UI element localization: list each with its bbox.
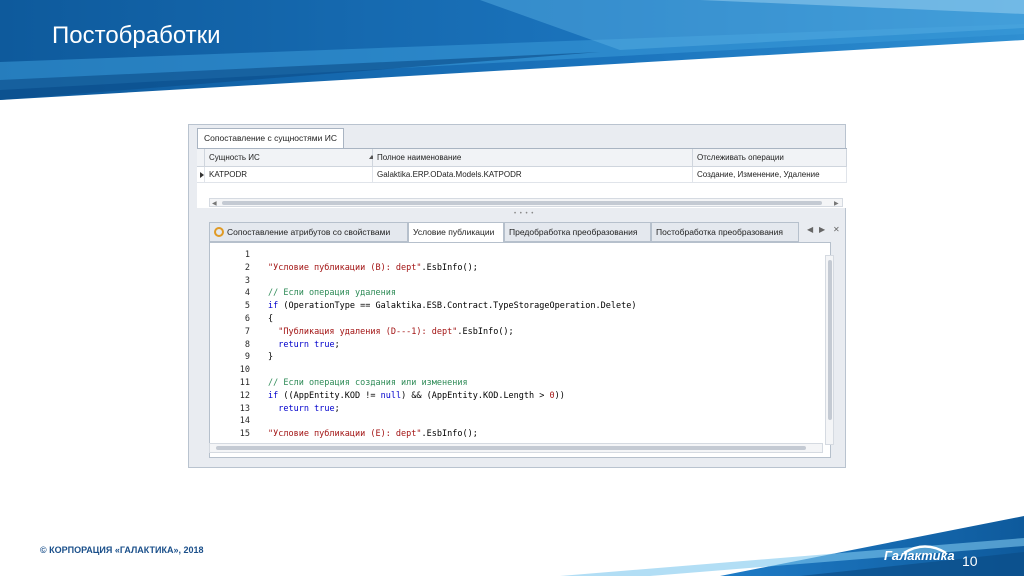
line-number: 11 bbox=[239, 377, 250, 388]
code-text: return true; bbox=[278, 339, 340, 350]
table-cell-fullname[interactable]: Galaktika.ERP.OData.Models.KATPODR bbox=[373, 167, 693, 183]
code-line[interactable]: 1 bbox=[210, 249, 810, 262]
table-cell-entity[interactable]: KATPODR bbox=[205, 167, 373, 183]
column-header-fullname[interactable]: Полное наименование bbox=[373, 149, 693, 167]
line-number: 1 bbox=[244, 250, 250, 260]
grid-row-header bbox=[197, 149, 205, 167]
gear-icon bbox=[214, 227, 224, 237]
column-header-label: Сущность ИС bbox=[209, 153, 260, 162]
tab-label: Сопоставление атрибутов со свойствами bbox=[227, 227, 391, 237]
code-line[interactable]: 2 "Условие публикации (B): dept".EsbInfo(… bbox=[210, 262, 810, 275]
editor-horizontal-scrollbar[interactable] bbox=[209, 443, 823, 453]
line-number: 5 bbox=[244, 301, 250, 312]
line-number: 10 bbox=[239, 365, 250, 376]
code-lines: 1 2 "Условие публикации (B): dept".EsbInfo… bbox=[210, 249, 810, 441]
line-number: 8 bbox=[244, 339, 250, 350]
scroll-left-icon[interactable]: ◀ bbox=[212, 200, 217, 207]
code-text: // Если операция удаления bbox=[268, 288, 396, 299]
code-text: if ((AppEntity.KOD != null) && (AppEntit… bbox=[268, 390, 565, 401]
code-text: "Условие публикации (B): dept".EsbInfo()… bbox=[268, 262, 478, 273]
tab-scroll-right-icon[interactable]: ▶ bbox=[819, 225, 825, 234]
code-text: "Публикация удаления (D---1): dept".EsbI… bbox=[278, 326, 514, 337]
line-number: 7 bbox=[244, 326, 250, 337]
line-number: 2 bbox=[244, 262, 250, 273]
current-row-arrow-icon bbox=[200, 172, 204, 178]
line-number: 15 bbox=[239, 429, 250, 440]
code-line[interactable]: 4 // Если операция удаления bbox=[210, 287, 810, 300]
code-line[interactable]: 12 if ((AppEntity.KOD != null) && (AppEnt… bbox=[210, 390, 810, 403]
splitter-grip[interactable]: • • • • bbox=[514, 211, 534, 217]
code-text: { bbox=[268, 313, 274, 324]
code-line[interactable]: 9} bbox=[210, 351, 810, 364]
code-line[interactable]: 15 "Условие публикации (E): dept".EsbInfo… bbox=[210, 428, 810, 441]
code-line[interactable]: 6{ bbox=[210, 313, 810, 326]
line-number: 6 bbox=[244, 313, 250, 324]
code-line[interactable]: 5 if (OperationType == Galaktika.ESB.Cont… bbox=[210, 300, 810, 313]
tab-entity-mapping[interactable]: Сопоставление с сущностями ИС bbox=[197, 128, 344, 148]
code-line[interactable]: 3 bbox=[210, 275, 810, 288]
tab-close-icon[interactable]: ✕ bbox=[833, 225, 840, 234]
editor-vertical-scrollbar[interactable] bbox=[825, 255, 834, 445]
tab-publication-condition[interactable]: Условие публикации bbox=[408, 222, 504, 243]
detail-tab-strip: Сопоставление атрибутов со свойствами Ус… bbox=[209, 222, 845, 243]
header-background bbox=[0, 0, 1024, 100]
copyright-text: © КОРПОРАЦИЯ «ГАЛАКТИКА», 2018 bbox=[40, 545, 204, 555]
code-line[interactable]: 14 bbox=[210, 415, 810, 428]
line-number: 12 bbox=[239, 390, 250, 401]
grid-horizontal-scrollbar[interactable]: ◀ ▶ bbox=[209, 198, 843, 207]
column-header-entity[interactable]: Сущность ИС bbox=[205, 149, 375, 167]
code-line[interactable]: 10 bbox=[210, 364, 810, 377]
tab-scroll-left-icon[interactable]: ◀ bbox=[807, 225, 813, 234]
line-number: 4 bbox=[244, 288, 250, 299]
page-number: 10 bbox=[962, 553, 978, 569]
code-text: if (OperationType == Galaktika.ESB.Contr… bbox=[268, 301, 637, 312]
tab-preprocessing[interactable]: Предобработка преобразования bbox=[504, 222, 651, 242]
code-text: return true; bbox=[278, 403, 340, 414]
code-text: "Условие публикации (E): dept".EsbInfo()… bbox=[268, 429, 478, 440]
table-cell-operations[interactable]: Создание, Изменение, Удаление bbox=[693, 167, 847, 183]
code-line[interactable]: 8 return true; bbox=[210, 339, 810, 352]
line-number: 14 bbox=[239, 416, 250, 427]
company-logo: Галактика bbox=[884, 548, 955, 563]
scroll-right-icon[interactable]: ▶ bbox=[834, 200, 839, 207]
scrollbar-thumb[interactable] bbox=[216, 446, 806, 450]
line-number: 3 bbox=[244, 275, 250, 286]
code-line[interactable]: 13 return true; bbox=[210, 403, 810, 416]
code-editor[interactable]: 1 2 "Условие публикации (B): dept".EsbInfo… bbox=[209, 242, 831, 458]
code-text: // Если операция создания или изменения bbox=[268, 377, 468, 388]
code-line[interactable]: 7 "Публикация удаления (D---1): dept".Es… bbox=[210, 326, 810, 339]
code-line[interactable]: 11 // Если операция создания или изменени… bbox=[210, 377, 810, 390]
app-window: Сопоставление с сущностями ИС Сущность И… bbox=[188, 124, 847, 468]
line-number: 13 bbox=[239, 403, 250, 414]
slide-header: Постобработки bbox=[0, 0, 1024, 100]
slide-title: Постобработки bbox=[52, 22, 221, 49]
code-text: } bbox=[268, 352, 274, 363]
scrollbar-thumb[interactable] bbox=[828, 260, 832, 420]
tab-attribute-mapping[interactable]: Сопоставление атрибутов со свойствами bbox=[209, 222, 408, 242]
line-number: 9 bbox=[244, 352, 250, 363]
column-header-operations[interactable]: Отслеживать операции bbox=[693, 149, 847, 167]
tab-postprocessing[interactable]: Постобработка преобразования bbox=[651, 222, 799, 242]
scrollbar-thumb[interactable] bbox=[222, 201, 822, 205]
